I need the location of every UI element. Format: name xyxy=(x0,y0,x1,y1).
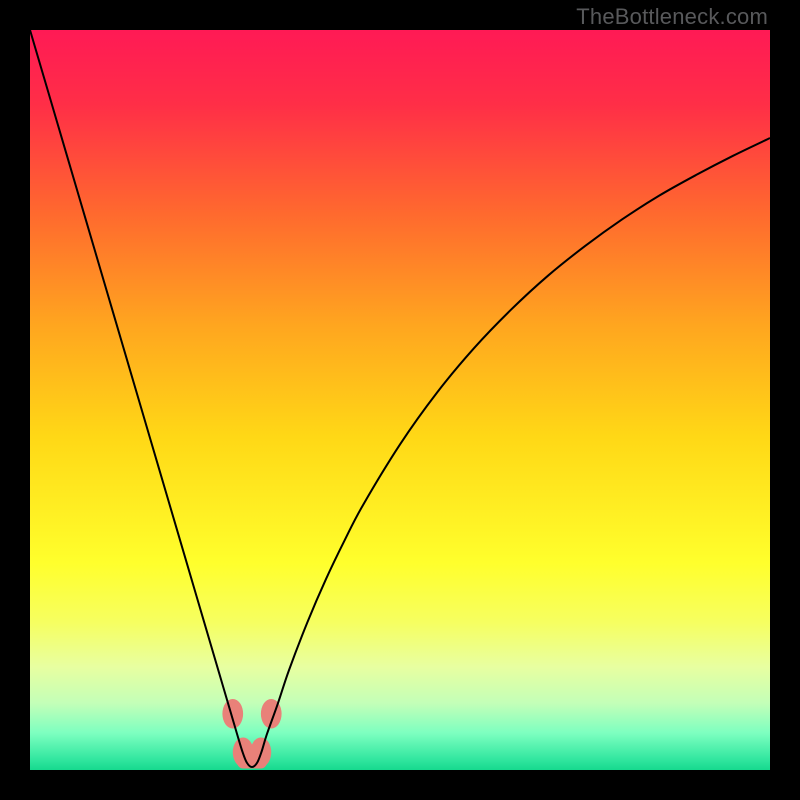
marker-left-top xyxy=(222,699,243,729)
bottleneck-curve xyxy=(30,30,770,767)
markers-group xyxy=(222,699,281,769)
chart-frame: TheBottleneck.com xyxy=(0,0,800,800)
curve-layer xyxy=(30,30,770,770)
watermark-text: TheBottleneck.com xyxy=(576,4,768,30)
plot-area xyxy=(30,30,770,770)
